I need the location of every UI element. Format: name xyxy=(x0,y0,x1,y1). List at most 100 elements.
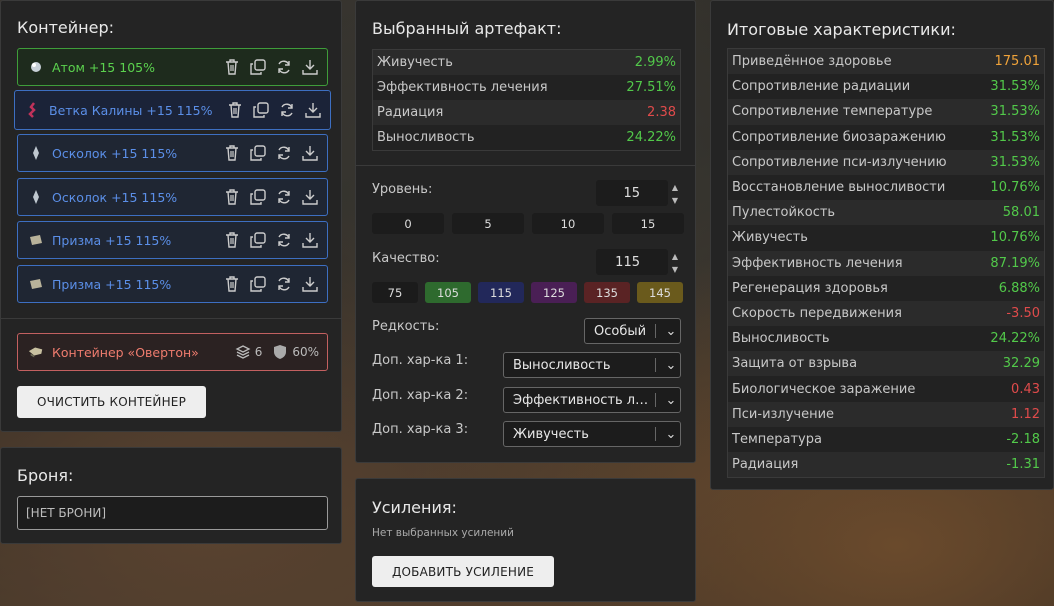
artifact-name: Осколок +15 115% xyxy=(52,189,178,205)
stat-label: Пси-излучение xyxy=(732,406,835,422)
copy-icon[interactable] xyxy=(252,101,270,119)
armor-field[interactable]: [НЕТ БРОНИ] xyxy=(17,496,328,530)
download-icon[interactable] xyxy=(304,101,322,119)
copy-icon[interactable] xyxy=(249,275,267,293)
stat-label: Защита от взрыва xyxy=(732,356,858,372)
copy-icon[interactable] xyxy=(249,231,267,249)
extra2-select[interactable]: Эффективность ле... ⌄ xyxy=(503,387,681,413)
stat-label: Эффективность лечения xyxy=(732,255,903,271)
trash-icon[interactable] xyxy=(223,231,241,249)
artifact-row[interactable]: Осколок +15 115% xyxy=(17,134,328,172)
clear-container-button[interactable]: ОЧИСТИТЬ КОНТЕЙНЕР xyxy=(17,386,206,418)
sync-icon[interactable] xyxy=(275,188,293,206)
container-item-name: Контейнер «Овертон» xyxy=(52,344,199,360)
quality-input[interactable]: 115 xyxy=(596,249,668,275)
container-protection: 60% xyxy=(292,345,319,359)
download-icon[interactable] xyxy=(301,275,319,293)
stat-value: 2.99% xyxy=(634,55,676,70)
artifact-row[interactable]: Осколок +15 115% xyxy=(17,178,328,216)
stat-value: 10.76% xyxy=(990,230,1040,246)
stat-row: Пулестойкость 58.01 xyxy=(728,200,1044,226)
level-preset-button[interactable]: 5 xyxy=(452,213,524,234)
artifact-icon xyxy=(25,102,41,118)
stat-value: 32.29 xyxy=(1002,356,1040,372)
level-preset-button[interactable]: 10 xyxy=(532,213,604,234)
sync-icon[interactable] xyxy=(275,231,293,249)
quality-preset-button[interactable]: 135 xyxy=(584,282,630,303)
sync-icon[interactable] xyxy=(275,58,293,76)
chevron-down-icon[interactable]: ▼ xyxy=(669,263,681,276)
stat-label: Живучесть xyxy=(732,230,808,246)
stat-row: Живучесть 10.76% xyxy=(728,225,1044,251)
stat-value: 58.01 xyxy=(1002,205,1040,221)
artifact-row[interactable]: Атом +15 105% xyxy=(17,48,328,86)
stat-value: -1.31 xyxy=(1006,457,1040,473)
trash-icon[interactable] xyxy=(223,58,241,76)
rarity-select[interactable]: Особый ⌄ xyxy=(584,318,681,344)
artifact-name: Ветка Калины +15 115% xyxy=(49,102,213,118)
quality-preset-button[interactable]: 105 xyxy=(425,282,471,303)
stat-row: Температура -2.18 xyxy=(728,426,1044,452)
quality-preset-button[interactable]: 145 xyxy=(637,282,683,303)
stat-label: Радиация xyxy=(377,105,444,120)
trash-icon[interactable] xyxy=(223,144,241,162)
sync-icon[interactable] xyxy=(278,101,296,119)
download-icon[interactable] xyxy=(301,188,319,206)
level-stepper[interactable]: ▲ ▼ xyxy=(669,181,681,207)
trash-icon[interactable] xyxy=(223,275,241,293)
download-icon[interactable] xyxy=(301,144,319,162)
artifact-row[interactable]: Призма +15 115% xyxy=(17,221,328,259)
artifact-name: Призма +15 115% xyxy=(52,232,172,248)
stat-label: Температура xyxy=(732,431,822,447)
chevron-down-icon[interactable]: ▼ xyxy=(669,194,681,207)
extra3-select[interactable]: Живучесть ⌄ xyxy=(503,421,681,447)
stat-label: Выносливость xyxy=(732,331,830,347)
level-preset-button[interactable]: 15 xyxy=(612,213,684,234)
quality-preset-button[interactable]: 115 xyxy=(478,282,524,303)
stat-row: Выносливость 24.22% xyxy=(728,326,1044,352)
container-item-icon xyxy=(28,344,44,360)
selected-stats-table: Живучесть 2.99% Эффективность лечения 27.51… xyxy=(372,49,681,151)
chevron-up-icon[interactable]: ▲ xyxy=(669,181,681,194)
quality-preset-button[interactable]: 125 xyxy=(531,282,577,303)
copy-icon[interactable] xyxy=(249,58,267,76)
add-boost-button[interactable]: ДОБАВИТЬ УСИЛЕНИЕ xyxy=(372,556,554,587)
boosts-title: Усиления: xyxy=(372,498,457,517)
level-input[interactable]: 15 xyxy=(596,180,668,206)
stat-row: Приведённое здоровье 175.01 xyxy=(728,49,1044,75)
sync-icon[interactable] xyxy=(275,275,293,293)
chevron-up-icon[interactable]: ▲ xyxy=(669,250,681,263)
selected-artifact-title: Выбранный артефакт: xyxy=(372,19,562,38)
sync-icon[interactable] xyxy=(275,144,293,162)
container-item[interactable]: Контейнер «Овертон» 6 60% xyxy=(17,333,328,371)
download-icon[interactable] xyxy=(301,231,319,249)
armor-panel: Броня: [НЕТ БРОНИ] xyxy=(0,447,342,544)
selected-artifact-panel: Выбранный артефакт: Живучесть 2.99% Эффект… xyxy=(355,0,696,463)
stat-row: Восстановление выносливости 10.76% xyxy=(728,174,1044,201)
quality-stepper[interactable]: ▲ ▼ xyxy=(669,250,681,276)
trash-icon[interactable] xyxy=(223,188,241,206)
extra1-select[interactable]: Выносливость ⌄ xyxy=(503,352,681,378)
download-icon[interactable] xyxy=(301,58,319,76)
artifact-row[interactable]: Призма +15 115% xyxy=(17,265,328,303)
artifact-row[interactable]: Ветка Калины +15 115% xyxy=(14,90,331,130)
artifact-name: Призма +15 115% xyxy=(52,276,172,292)
stat-value: 31.53% xyxy=(990,79,1040,95)
copy-icon[interactable] xyxy=(249,144,267,162)
stat-label: Выносливость xyxy=(377,130,475,145)
quality-preset-button[interactable]: 75 xyxy=(372,282,418,303)
stat-label: Регенерация здоровья xyxy=(732,280,888,296)
totals-panel: Итоговые характеристики: Приведённое здо… xyxy=(710,0,1054,490)
quality-label: Качество: xyxy=(372,251,440,266)
stat-value: 175.01 xyxy=(994,54,1041,70)
boosts-empty-note: Нет выбранных усилений xyxy=(372,527,514,539)
rarity-value: Особый xyxy=(594,323,647,339)
stat-label: Приведённое здоровье xyxy=(732,54,892,70)
artifact-icon xyxy=(28,59,44,75)
copy-icon[interactable] xyxy=(249,188,267,206)
level-preset-button[interactable]: 0 xyxy=(372,213,444,234)
extra1-value: Выносливость xyxy=(513,357,611,373)
artifact-icon xyxy=(28,189,44,205)
stat-row: Регенерация здоровья 6.88% xyxy=(728,275,1044,301)
trash-icon[interactable] xyxy=(226,101,244,119)
